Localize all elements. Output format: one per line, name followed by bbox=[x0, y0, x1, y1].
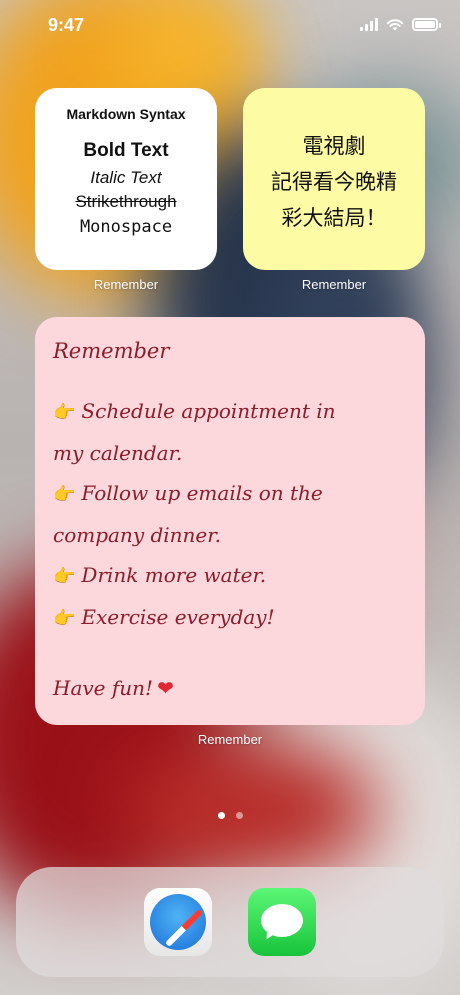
page-dot[interactable] bbox=[235, 812, 243, 819]
messages-app-icon[interactable] bbox=[248, 888, 316, 956]
markdown-widget-title: Markdown Syntax bbox=[66, 106, 186, 122]
heart-icon: ❤ bbox=[157, 676, 174, 700]
status-bar: 9:47 bbox=[0, 0, 460, 50]
pointing-hand-icon: 👉 bbox=[53, 608, 76, 629]
pointing-hand-icon: 👉 bbox=[53, 402, 76, 423]
reminder-widget-label: Remember bbox=[197, 732, 263, 747]
reminder-item: 👉 Drink more water. bbox=[53, 555, 407, 597]
wifi-icon bbox=[386, 18, 404, 30]
bold-text-sample: Bold Text bbox=[83, 140, 169, 161]
note-line: 記得看今晚精 bbox=[271, 170, 397, 194]
reminder-widget[interactable]: Remember 👉 Schedule appointment in my cal… bbox=[35, 317, 425, 725]
reminder-item: 👉 Schedule appointment in bbox=[53, 391, 407, 433]
pointing-hand-icon: 👉 bbox=[53, 484, 76, 505]
strikethrough-text-sample: Strikethrough bbox=[75, 192, 177, 211]
safari-app-icon[interactable] bbox=[144, 888, 212, 956]
chinese-note-widget-label: Remember bbox=[301, 277, 367, 292]
markdown-widget[interactable]: Markdown Syntax Bold Text Italic Text St… bbox=[35, 88, 217, 270]
page-indicator[interactable] bbox=[0, 812, 460, 819]
page-dot[interactable] bbox=[217, 812, 225, 819]
signal-icon bbox=[360, 17, 378, 31]
compass-icon bbox=[150, 894, 206, 950]
reminder-item: 👉 Follow up emails on the bbox=[53, 473, 407, 515]
note-line: 彩大結局！ bbox=[281, 206, 387, 230]
monospace-text-sample: Monospace bbox=[79, 217, 173, 237]
italic-text-sample: Italic Text bbox=[90, 168, 162, 187]
battery-icon bbox=[412, 17, 441, 31]
note-line: 電視劇 bbox=[302, 134, 366, 158]
chinese-note-widget[interactable]: 電視劇 記得看今晚精 彩大結局！ bbox=[243, 88, 425, 270]
reminder-item: company dinner. bbox=[53, 523, 221, 547]
reminder-footer: Have fun! ❤ bbox=[53, 676, 174, 700]
markdown-widget-label: Remember bbox=[93, 277, 159, 292]
dock bbox=[16, 867, 444, 977]
clock-time: 9:47 bbox=[48, 15, 85, 35]
pointing-hand-icon: 👉 bbox=[53, 566, 76, 587]
reminder-title: Remember bbox=[53, 339, 170, 363]
reminder-item: my calendar. bbox=[53, 441, 183, 465]
reminder-item: 👉 Exercise everyday! bbox=[53, 597, 407, 639]
